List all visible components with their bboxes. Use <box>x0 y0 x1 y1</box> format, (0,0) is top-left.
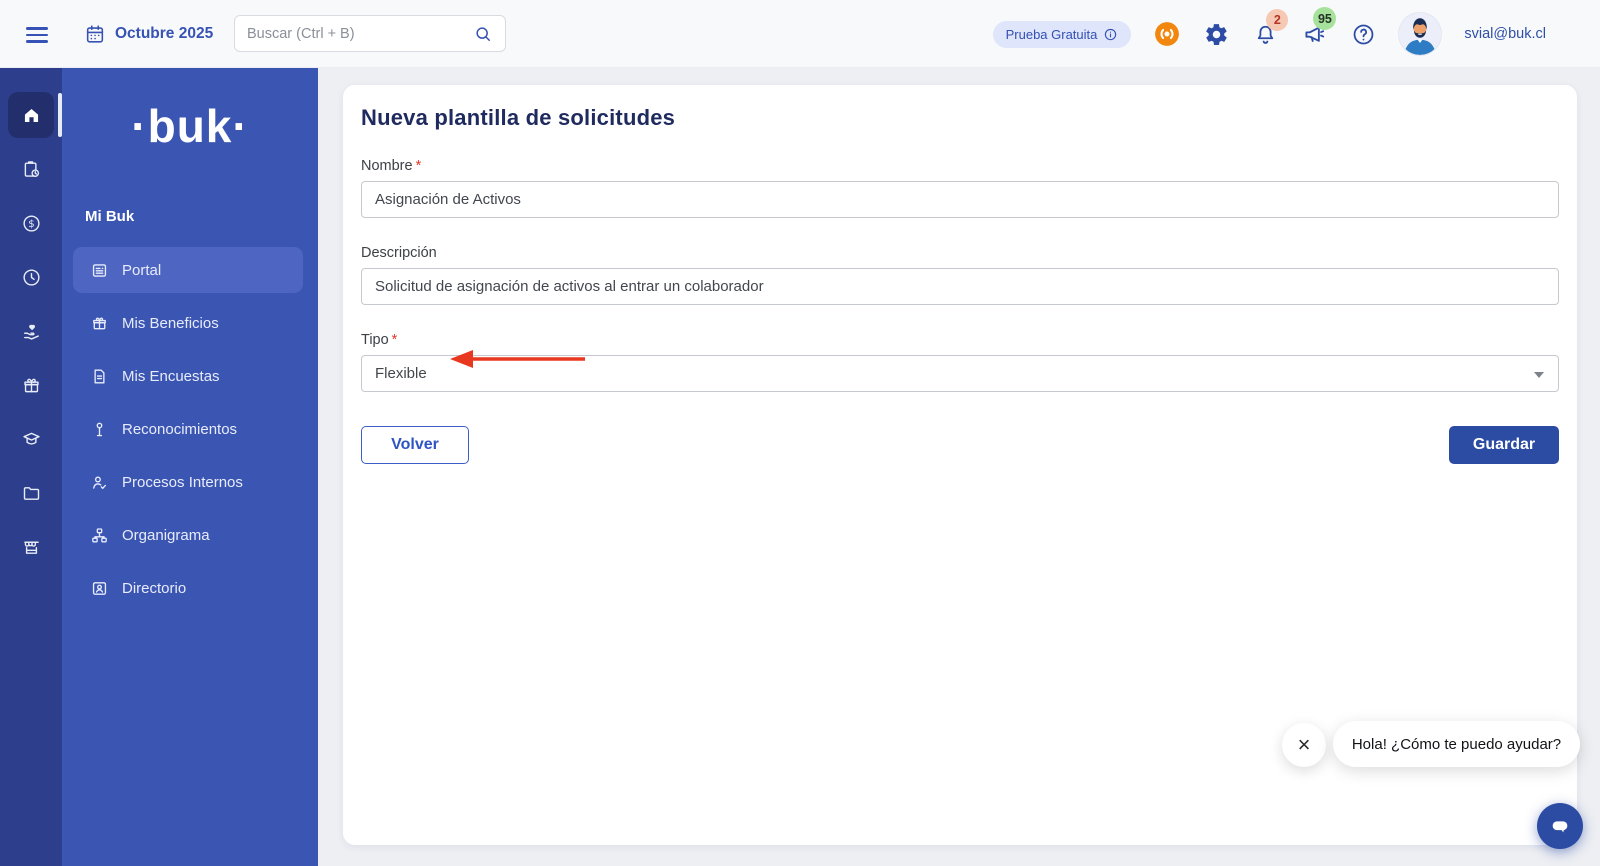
type-select-value: Flexible <box>375 365 427 382</box>
form-actions: Volver Guardar <box>361 426 1559 464</box>
calendar-icon <box>84 23 106 45</box>
sidebar-item-label: Mis Beneficios <box>122 314 219 332</box>
chat-launcher-button[interactable] <box>1537 803 1583 849</box>
internal-processes-person-check-icon <box>90 473 109 492</box>
sidebar-panel: ·buk· Mi Buk Portal Mis Beneficios Mis E… <box>62 68 318 866</box>
name-input[interactable] <box>361 181 1559 218</box>
home-icon <box>24 108 38 122</box>
sidebar-icon-rail: $ <box>0 68 62 866</box>
training-graduation-icon <box>22 432 40 445</box>
sidebar-item-label: Portal <box>122 261 162 279</box>
search-input[interactable] <box>247 25 473 42</box>
type-select[interactable]: Flexible <box>361 355 1559 392</box>
benefits-gift-icon <box>23 378 39 392</box>
save-button[interactable]: Guardar <box>1449 426 1559 464</box>
period-selector[interactable]: Octubre 2025 <box>84 0 213 68</box>
sidebar-item-directorio[interactable]: Directorio <box>73 565 303 611</box>
sidebar-item-label: Organigrama <box>122 526 210 544</box>
rail-item-benefits[interactable] <box>8 362 54 408</box>
time-clock-icon <box>22 268 40 286</box>
chat-tooltip-text: Hola! ¿Cómo te puedo ayudar? <box>1351 735 1562 753</box>
chevron-down-icon <box>1534 372 1544 378</box>
sidebar-item-mis-encuestas[interactable]: Mis Encuestas <box>73 353 303 399</box>
period-label: Octubre 2025 <box>115 25 214 42</box>
notifications-bell-icon[interactable]: 2 <box>1252 9 1289 47</box>
global-search[interactable] <box>234 15 506 52</box>
company-storefront-icon <box>23 541 39 554</box>
announcements-megaphone-icon[interactable]: 95 <box>1301 7 1337 47</box>
search-icon[interactable] <box>473 24 493 44</box>
wellness-hand-heart-icon <box>23 324 39 340</box>
svg-text:$: $ <box>28 219 34 230</box>
menu-hamburger-icon[interactable] <box>26 23 48 45</box>
surveys-document-icon <box>90 367 109 386</box>
payroll-money-icon: $ <box>22 214 40 232</box>
trial-badge[interactable]: Prueba Gratuita <box>992 20 1132 48</box>
rail-item-requests[interactable] <box>8 146 54 192</box>
sidebar-item-portal[interactable]: Portal <box>73 247 303 293</box>
page-title: Nueva plantilla de solicitudes <box>361 105 676 130</box>
user-avatar[interactable] <box>1399 13 1442 55</box>
apps-broadcast-icon[interactable] <box>1154 21 1180 47</box>
sidebar-item-mis-beneficios[interactable]: Mis Beneficios <box>73 300 303 346</box>
sidebar-section-title: Mi Buk <box>85 208 135 225</box>
rail-item-time[interactable] <box>8 254 54 300</box>
sidebar-item-label: Procesos Internos <box>122 473 243 491</box>
rail-item-company[interactable] <box>8 524 54 570</box>
sidebar-item-reconocimientos[interactable]: Reconocimientos <box>73 406 303 452</box>
notifications-count-badge: 2 <box>1266 9 1289 31</box>
trial-badge-label: Prueba Gratuita <box>1005 26 1098 42</box>
portal-icon <box>90 261 109 280</box>
chat-tooltip-close-button[interactable]: × <box>1282 723 1326 767</box>
required-marker: * <box>415 158 422 174</box>
chat-tooltip[interactable]: Hola! ¿Cómo te puedo ayudar? <box>1333 721 1580 767</box>
rail-item-training[interactable] <box>8 416 54 462</box>
benefits-gift-icon <box>90 314 109 333</box>
sidebar-item-label: Directorio <box>122 579 187 597</box>
recognition-medal-icon <box>90 420 109 439</box>
rail-item-home[interactable] <box>8 92 62 138</box>
help-icon[interactable] <box>1350 21 1376 47</box>
org-chart-icon <box>90 526 109 545</box>
info-icon <box>1103 27 1118 42</box>
directory-contact-card-icon <box>90 579 109 598</box>
rail-item-payroll[interactable]: $ <box>8 200 54 246</box>
sidebar-item-label: Mis Encuestas <box>122 367 220 385</box>
name-field-label: Nombre * <box>361 158 422 174</box>
documents-folder-icon <box>23 486 39 500</box>
close-icon: × <box>1297 732 1311 757</box>
description-field-label: Descripción <box>361 245 437 261</box>
description-input[interactable] <box>361 268 1559 305</box>
announcements-count-badge: 95 <box>1313 7 1337 30</box>
topbar: Octubre 2025 Prueba Gratuita <box>0 0 1600 68</box>
sidebar-item-procesos-internos[interactable]: Procesos Internos <box>73 459 303 505</box>
sidebar-item-organigrama[interactable]: Organigrama <box>73 512 303 558</box>
back-button[interactable]: Volver <box>361 426 469 464</box>
required-marker: * <box>391 332 398 348</box>
rail-item-wellness[interactable] <box>8 308 54 354</box>
rail-item-documents[interactable] <box>8 470 54 516</box>
buk-logo: ·buk· <box>131 100 249 152</box>
chat-bubble-icon <box>1552 821 1568 833</box>
type-field-label: Tipo * <box>361 332 398 348</box>
topbar-actions: Prueba Gratuita 2 95 svial@buk.cl <box>992 0 1546 68</box>
clipboard-clock-icon <box>24 160 39 177</box>
sidebar-menu: Portal Mis Beneficios Mis Encuestas Reco… <box>62 247 318 611</box>
user-email[interactable]: svial@buk.cl <box>1464 26 1546 42</box>
settings-gear-icon[interactable] <box>1203 21 1229 47</box>
sidebar-item-label: Reconocimientos <box>122 420 238 438</box>
